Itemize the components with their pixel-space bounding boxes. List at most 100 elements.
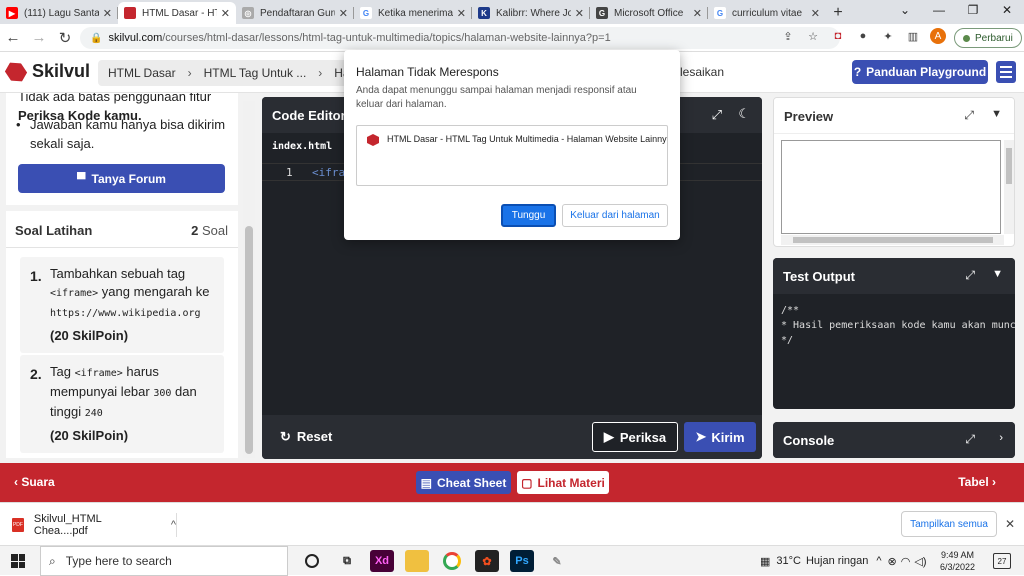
- windows-start-icon[interactable]: [11, 554, 25, 568]
- reset-button[interactable]: ↻ Reset: [280, 429, 332, 445]
- preview-panel: Preview ⤢ ▼: [773, 97, 1015, 247]
- figma-icon[interactable]: ✿: [475, 550, 499, 572]
- preview-frame[interactable]: [781, 140, 1001, 234]
- browser-tab-active[interactable]: HTML Dasar - HT ✕: [118, 2, 236, 24]
- playground-guide-button[interactable]: ? Panduan Playground: [852, 60, 988, 84]
- view-material-button[interactable]: ▢ Lihat Materi: [517, 471, 609, 494]
- windows-taskbar: ⌕ Type here to search ⧉ Xd ▭ ✿ Ps ✎ ▦ 31°…: [0, 545, 1024, 576]
- url-field[interactable]: 🔒 skilvul.com/courses/html-dasar/lessons…: [80, 27, 840, 49]
- chevron-down-icon[interactable]: ▼: [991, 108, 1002, 120]
- browser-tab[interactable]: K Kalibrr: Where Jo ✕: [472, 2, 590, 24]
- chrome-icon[interactable]: [443, 552, 461, 570]
- task-view-icon[interactable]: ⧉: [335, 550, 359, 572]
- extensions-puzzle-icon[interactable]: ✦: [880, 28, 896, 44]
- browser-tab[interactable]: G Microsoft Office ✕: [590, 2, 708, 24]
- office-icon: G: [596, 7, 608, 19]
- update-button[interactable]: Perbarui: [954, 28, 1022, 48]
- check-button[interactable]: ▶ Periksa: [592, 422, 678, 452]
- google-icon: G: [360, 7, 372, 19]
- left-panel: Tidak ada batas penggunaan fitur Periksa …: [6, 93, 238, 458]
- document-icon: ▤: [420, 475, 432, 490]
- preview-horizontal-scrollbar[interactable]: [781, 235, 1004, 245]
- expand-icon[interactable]: ⤢: [712, 107, 722, 123]
- skilvul-icon: [124, 7, 136, 19]
- left-panel-scrollbar[interactable]: [243, 101, 255, 458]
- forward-icon[interactable]: →: [26, 29, 52, 46]
- breadcrumb-item[interactable]: HTML Tag Untuk ...: [204, 66, 307, 80]
- new-tab-button[interactable]: +: [826, 2, 850, 24]
- wifi-icon[interactable]: ◠: [901, 555, 911, 568]
- adobe-xd-icon[interactable]: Xd: [370, 550, 394, 572]
- exercise-card: Soal Latihan 2 Soal 1. Tambahkan sebuah …: [6, 211, 238, 458]
- cortana-icon[interactable]: [305, 554, 319, 568]
- browser-tab[interactable]: Gcurriculum vitae ✕: [708, 2, 826, 24]
- network-icon[interactable]: ⊗: [888, 555, 897, 568]
- download-item[interactable]: PDF Skilvul_HTML Chea....pdf ^: [12, 513, 177, 537]
- google-icon: G: [714, 7, 726, 19]
- chevron-up-icon[interactable]: ^: [171, 519, 176, 531]
- exercise-count: 2 Soal: [191, 223, 228, 238]
- taskbar-clock[interactable]: 9:49 AM 6/3/2022: [940, 549, 975, 573]
- close-icon[interactable]: ✕: [457, 7, 466, 20]
- extension-icon[interactable]: ◘: [830, 28, 846, 44]
- chevron-down-icon[interactable]: ▼: [992, 268, 1003, 280]
- bookmark-star-icon[interactable]: ☆: [805, 28, 821, 44]
- volume-icon[interactable]: ◁): [914, 555, 926, 568]
- dark-mode-icon[interactable]: ☾: [738, 106, 750, 122]
- prev-lesson-button[interactable]: ‹ Suara: [14, 475, 55, 489]
- test-output-panel: Test Output ⤢ ▼ /** * Hasil pemeriksaan ko…: [773, 258, 1015, 409]
- tab-search-icon[interactable]: ⌄: [888, 0, 922, 22]
- browser-tab[interactable]: G Ketika menerima ✕: [354, 2, 472, 24]
- notification-icon[interactable]: 27: [993, 553, 1011, 569]
- chevron-up-icon[interactable]: ^: [876, 555, 881, 567]
- restore-icon[interactable]: ❐: [956, 0, 990, 22]
- code-text[interactable]: <ifra: [312, 166, 345, 179]
- window-controls: ⌄ — ❐ ✕: [888, 0, 1024, 22]
- next-lesson-button[interactable]: Tabel ›: [958, 475, 996, 489]
- extension-k-icon[interactable]: ●: [855, 28, 871, 44]
- leave-page-button[interactable]: Keluar dari halaman: [562, 204, 668, 227]
- expand-icon[interactable]: ⤢: [964, 108, 974, 123]
- weather-icon[interactable]: ▦: [760, 555, 770, 568]
- breadcrumb-item[interactable]: HTML Dasar: [108, 66, 176, 80]
- expand-icon[interactable]: ⤢: [965, 432, 975, 447]
- close-icon[interactable]: ✕: [575, 7, 584, 20]
- sidebar-icon[interactable]: ▥: [905, 28, 921, 44]
- file-tab[interactable]: index.html: [272, 141, 332, 152]
- console-panel: Console ⤢ ›: [773, 422, 1015, 458]
- taskbar-search-input[interactable]: ⌕ Type here to search: [40, 546, 288, 576]
- close-icon[interactable]: ✕: [221, 7, 230, 20]
- close-icon[interactable]: ✕: [693, 7, 702, 20]
- avatar[interactable]: A: [930, 28, 946, 44]
- close-icon[interactable]: ✕: [103, 7, 112, 20]
- preview-vertical-scrollbar[interactable]: [1004, 140, 1014, 234]
- show-all-downloads-button[interactable]: Tampilkan semua: [901, 511, 997, 537]
- cheat-sheet-button[interactable]: ▤ Cheat Sheet: [416, 471, 511, 494]
- expand-icon[interactable]: ⤢: [965, 268, 975, 283]
- submit-button[interactable]: ➤ Kirim: [684, 422, 756, 452]
- chevron-right-icon: ›: [187, 66, 192, 80]
- wait-button[interactable]: Tunggu: [501, 204, 556, 227]
- close-icon[interactable]: ✕: [811, 7, 820, 20]
- hamburger-menu-icon[interactable]: [996, 61, 1016, 83]
- pdf-icon: PDF: [12, 518, 24, 532]
- skilvul-logo[interactable]: Skilvul: [6, 61, 90, 82]
- breadcrumb: HTML Dasar› HTML Tag Untuk ...› Hala: [98, 60, 358, 86]
- file-explorer-icon[interactable]: ▭: [405, 550, 429, 572]
- close-icon[interactable]: ✕: [1005, 517, 1015, 531]
- reload-icon[interactable]: ↻: [52, 29, 78, 47]
- unresponsive-page-list: HTML Dasar - HTML Tag Untuk Multimedia -…: [356, 125, 668, 186]
- share-icon[interactable]: ⇪: [780, 28, 796, 44]
- chevron-right-icon[interactable]: ›: [999, 432, 1003, 444]
- back-icon[interactable]: ←: [0, 29, 26, 46]
- close-icon[interactable]: ✕: [339, 7, 348, 20]
- exercise-question: 1. Tambahkan sebuah tag <iframe> yang me…: [20, 257, 224, 353]
- youtube-icon: ▶: [6, 7, 18, 19]
- photoshop-icon[interactable]: Ps: [510, 550, 534, 572]
- paint-icon[interactable]: ✎: [545, 550, 569, 572]
- close-window-icon[interactable]: ✕: [990, 0, 1024, 22]
- ask-forum-button[interactable]: ▀ Tanya Forum: [18, 164, 225, 193]
- browser-tab[interactable]: ◎ Pendaftaran Guru ✕: [236, 2, 354, 24]
- minimize-icon[interactable]: —: [922, 0, 956, 22]
- browser-tab[interactable]: ▶ (111) Lagu Santai ✕: [0, 2, 118, 24]
